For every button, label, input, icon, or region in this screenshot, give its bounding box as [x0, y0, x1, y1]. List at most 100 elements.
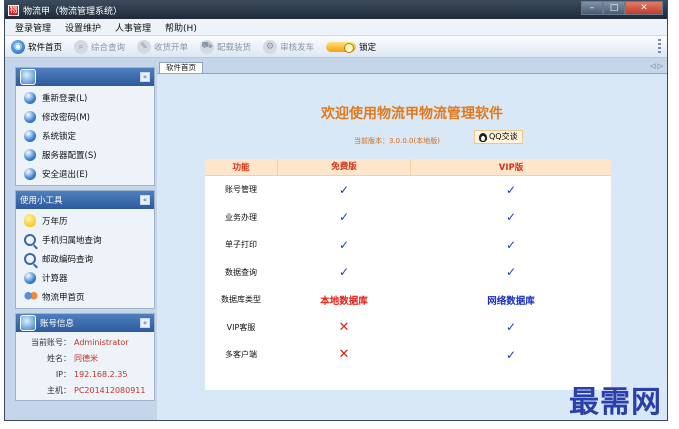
ip-label: IP：: [55, 369, 71, 379]
home-content: 欢迎使用物流甲物流管理软件 当前版本：3.0.0.0(本地版) QQ交谈 功能 …: [157, 73, 667, 420]
account-label: 当前账号：: [31, 337, 71, 347]
table-row: 数据查询 ✓ ✓: [205, 259, 611, 287]
cross-icon: ✕: [338, 347, 350, 363]
toolbar: ◉ 软件首页 ⌕ 综合查询 ✎ 收货开单 ⛟ 配载装货 ⚙ 审核发车 锁定: [5, 36, 667, 58]
ip-row: IP： 192.168.2.35: [16, 366, 154, 382]
menu-help[interactable]: 帮助(H): [165, 21, 197, 34]
tab-scroll-arrows-icon[interactable]: ◁ ▷: [650, 62, 663, 70]
feature-cell: 业务办理: [225, 212, 257, 222]
receive-order-label: 收货开单: [154, 42, 189, 53]
network-db-text: 网络数据库: [487, 295, 535, 307]
menu-settings[interactable]: 设置维护: [65, 21, 101, 34]
header-vip: VIP版: [498, 163, 524, 173]
home-label: 软件首页: [28, 42, 63, 53]
dispatch-button[interactable]: ⚙ 审核发车: [263, 39, 315, 54]
account-panel-header[interactable]: 账号信息 «: [16, 314, 154, 332]
sidebar-item-exit[interactable]: 安全退出(E): [16, 164, 154, 183]
calendar-label: 万年历: [42, 216, 68, 227]
feature-cell: 数据库类型: [221, 295, 261, 305]
sidebar-item-zipcode-lookup[interactable]: 邮政编码查询: [16, 249, 154, 268]
query-label: 综合查询: [91, 42, 126, 53]
table-row: VIP客服 ✕ ✓: [205, 314, 611, 342]
lock-toggle-icon: [326, 41, 357, 53]
home-globe-icon: ◉: [11, 39, 25, 54]
feature-cell: 数据查询: [225, 267, 257, 277]
sidebar-item-phone-lookup[interactable]: 手机归属地查询: [16, 230, 154, 249]
close-button[interactable]: ✕: [625, 1, 663, 15]
minimize-button[interactable]: –: [581, 1, 603, 15]
users-icon: [24, 290, 38, 303]
table-row: 账号管理 ✓ ✓: [205, 176, 611, 204]
feature-cell: 单子打印: [225, 240, 257, 250]
account-row: 当前账号： Administrator: [16, 334, 154, 350]
sidebar-item-change-password[interactable]: 修改密码(M): [16, 107, 154, 126]
calculator-label: 计算器: [42, 273, 68, 284]
receive-order-button[interactable]: ✎ 收货开单: [137, 39, 189, 54]
gear-icon: ⚙: [263, 39, 278, 54]
host-value: PC201412080911: [74, 385, 146, 395]
check-icon: ✓: [505, 210, 517, 225]
table-row: 多客户端 ✕ ✓: [205, 341, 611, 369]
check-icon: ✓: [505, 237, 517, 252]
maximize-button[interactable]: □: [603, 1, 625, 15]
menu-login[interactable]: 登录管理: [15, 21, 51, 34]
check-icon: ✓: [338, 237, 350, 252]
home-button[interactable]: ◉ 软件首页: [11, 39, 63, 54]
tools-panel: 使用小工具 « 万年历 手机归属地查询 邮政编码查询 计算器 物流甲首页: [15, 190, 155, 309]
qq-chat-button[interactable]: QQ交谈: [474, 130, 523, 144]
tab-home[interactable]: 软件首页: [159, 62, 203, 73]
bulb-icon: [24, 214, 36, 227]
header-feature: 功能: [232, 163, 250, 173]
sidebar-item-homepage[interactable]: 物流甲首页: [16, 287, 154, 306]
sidebar-item-server-config[interactable]: 服务器配置(S): [16, 145, 154, 164]
truck-icon: ⛟: [200, 39, 215, 54]
sidebar-item-lock-system[interactable]: 系统锁定: [16, 126, 154, 145]
welcome-title: 欢迎使用物流甲物流管理软件: [321, 106, 503, 122]
sidebar-item-calendar[interactable]: 万年历: [16, 211, 154, 230]
collapse-icon[interactable]: «: [140, 195, 150, 205]
tools-panel-header[interactable]: 使用小工具 «: [16, 191, 154, 209]
pen-icon: ✎: [137, 39, 152, 54]
host-label: 主机：: [47, 385, 71, 395]
arrow-circle-icon: [24, 129, 36, 142]
qq-chat-label: QQ交谈: [489, 132, 518, 141]
version-text: 当前版本：3.0.0.0(本地版): [354, 137, 440, 145]
menu-personnel[interactable]: 人事管理: [115, 21, 151, 34]
account-panel-title: 账号信息: [40, 319, 75, 329]
check-icon: ✓: [505, 265, 517, 280]
lock-label: 锁定: [359, 42, 377, 53]
collapse-icon[interactable]: «: [140, 318, 150, 328]
homepage-label: 物流甲首页: [42, 292, 85, 303]
calculator-icon: [24, 271, 36, 284]
sidebar: « 重新登录(L) 修改密码(M) 系统锁定 服务器配置(S) 安全退出(E) …: [15, 67, 155, 420]
check-icon: ✓: [338, 210, 350, 225]
table-row: 单子打印 ✓ ✓: [205, 231, 611, 259]
arrow-circle-icon: [24, 167, 36, 180]
search-icon: [24, 233, 36, 246]
table-row: 数据库类型 本地数据库 网络数据库: [205, 286, 611, 314]
account-panel-icon: [20, 315, 36, 331]
lock-system-label: 系统锁定: [42, 131, 77, 142]
loading-button[interactable]: ⛟ 配载装货: [200, 39, 251, 54]
lock-button[interactable]: 锁定: [326, 41, 376, 53]
title-bar: 物 物流甲（物流管理系统） – □ ✕: [5, 1, 667, 19]
toolbar-grip[interactable]: [658, 39, 661, 55]
host-row: 主机： PC201412080911: [16, 382, 154, 398]
sidebar-item-relogin[interactable]: 重新登录(L): [16, 88, 154, 107]
sidebar-item-calculator[interactable]: 计算器: [16, 268, 154, 287]
search-icon: [24, 252, 36, 265]
check-icon: ✓: [505, 320, 517, 335]
tab-bar: 软件首页 ◁ ▷: [157, 62, 667, 73]
query-button[interactable]: ⌕ 综合查询: [74, 39, 126, 54]
check-icon: ✓: [505, 347, 517, 362]
dispatch-label: 审核发车: [280, 42, 315, 53]
server-config-label: 服务器配置(S): [42, 150, 97, 161]
feature-cell: VIP客服: [226, 322, 256, 332]
check-icon: ✓: [338, 182, 350, 197]
system-panel-header[interactable]: «: [16, 68, 154, 86]
collapse-icon[interactable]: «: [140, 72, 150, 82]
header-free: 免费版: [277, 158, 411, 176]
name-value: 同德米: [74, 353, 98, 363]
check-icon: ✓: [338, 265, 350, 280]
cross-icon: ✕: [338, 319, 350, 335]
